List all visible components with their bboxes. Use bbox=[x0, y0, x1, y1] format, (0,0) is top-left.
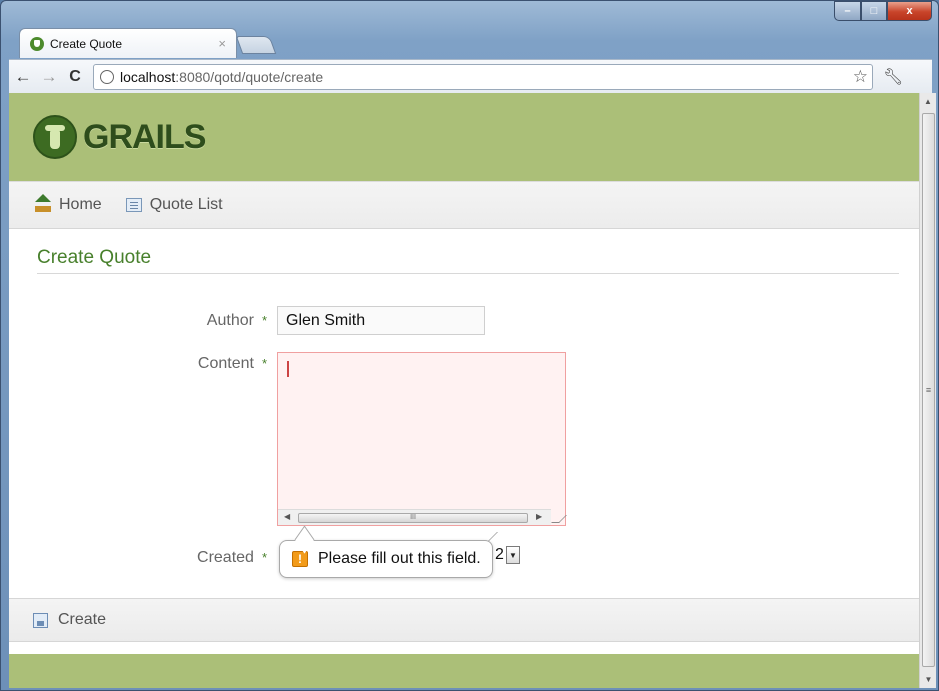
created-select-value: 2 bbox=[495, 546, 504, 563]
title-bar: Create Quote × – □ x bbox=[1, 1, 938, 59]
address-bar[interactable]: localhost:8080/qotd/quote/create ☆ bbox=[93, 63, 873, 90]
author-field[interactable] bbox=[277, 306, 485, 335]
author-label-text: Author bbox=[206, 312, 254, 329]
content-label: Content * bbox=[137, 355, 267, 373]
created-label-text: Created bbox=[197, 549, 254, 566]
minimize-button[interactable]: – bbox=[834, 1, 861, 21]
text-caret bbox=[287, 361, 289, 377]
author-label: Author * bbox=[137, 312, 267, 330]
nav-item-label: Home bbox=[59, 196, 102, 213]
url-host: localhost bbox=[120, 68, 176, 85]
page-title: Create Quote bbox=[37, 247, 152, 268]
home-icon bbox=[35, 194, 51, 212]
required-mark: * bbox=[261, 550, 267, 565]
maximize-button[interactable]: □ bbox=[861, 1, 887, 21]
grails-cup-icon bbox=[33, 115, 77, 159]
site-footer bbox=[9, 654, 919, 688]
create-button-label: Create bbox=[58, 611, 107, 628]
new-tab-button[interactable] bbox=[235, 36, 277, 54]
created-date-select[interactable]: 2 ▼ bbox=[495, 546, 520, 564]
star-icon[interactable]: ☆ bbox=[853, 67, 868, 87]
back-button[interactable]: ← bbox=[11, 65, 35, 89]
url-text: localhost:8080/qotd/quote/create bbox=[120, 69, 323, 85]
wrench-icon[interactable]: 🔧︎ bbox=[883, 67, 903, 87]
required-mark: * bbox=[261, 313, 267, 328]
grails-logo[interactable]: GRAILS bbox=[33, 115, 206, 159]
page-title-area: Create Quote bbox=[37, 247, 899, 274]
nav-item-label: Quote List bbox=[149, 196, 223, 213]
tab-title: Create Quote bbox=[50, 36, 123, 51]
scrollbar-thumb[interactable]: III bbox=[298, 513, 528, 523]
content-label-text: Content bbox=[197, 355, 254, 372]
tab-create-quote[interactable]: Create Quote × bbox=[19, 28, 237, 58]
form-buttons-bar: Create bbox=[9, 598, 919, 642]
textarea-horizontal-scrollbar[interactable]: ◀ III ▶ bbox=[278, 509, 551, 525]
scroll-down-icon[interactable]: ▼ bbox=[920, 671, 937, 688]
nav-item-quote-list[interactable]: Quote List bbox=[125, 196, 223, 214]
nav-item-home[interactable]: Home bbox=[35, 194, 102, 214]
save-icon bbox=[33, 612, 48, 628]
required-mark: * bbox=[261, 356, 267, 371]
tab-close-icon[interactable]: × bbox=[218, 36, 226, 51]
scrollbar-thumb[interactable]: ≡ bbox=[922, 113, 935, 667]
browser-window: Create Quote × – □ x ← → C localhost:808… bbox=[0, 0, 939, 691]
page-vertical-scrollbar[interactable]: ▲ ≡ ▼ bbox=[919, 93, 936, 688]
list-icon bbox=[125, 198, 142, 212]
url-path: :8080/qotd/quote/create bbox=[175, 68, 324, 85]
scroll-left-icon[interactable]: ◀ bbox=[284, 512, 290, 521]
create-quote-form: Author * Content * ◀ III ▶ Created * 2 ▼ ! bbox=[9, 274, 919, 598]
site-header: GRAILS bbox=[9, 93, 919, 181]
validation-message: Please fill out this field. bbox=[318, 550, 481, 567]
nav-bar: Home Quote List bbox=[9, 181, 919, 229]
scroll-right-icon[interactable]: ▶ bbox=[536, 512, 542, 521]
close-window-button[interactable]: x bbox=[887, 1, 932, 21]
resize-handle-icon[interactable] bbox=[551, 515, 567, 523]
page-viewport: GRAILS Home Quote List Create Quote Auth… bbox=[9, 93, 919, 688]
scroll-up-icon[interactable]: ▲ bbox=[920, 93, 936, 110]
grails-favicon-icon bbox=[30, 36, 44, 51]
content-textarea[interactable]: ◀ III ▶ bbox=[277, 352, 567, 526]
window-controls: – □ x bbox=[834, 1, 932, 21]
reload-button[interactable]: C bbox=[63, 65, 87, 89]
warning-icon: ! bbox=[292, 551, 308, 567]
forward-button[interactable]: → bbox=[37, 65, 61, 89]
logo-text: GRAILS bbox=[83, 117, 206, 156]
created-label: Created * bbox=[137, 549, 267, 567]
create-button[interactable]: Create bbox=[33, 611, 106, 629]
validation-tooltip: ! Please fill out this field. bbox=[279, 540, 493, 578]
browser-toolbar: ← → C localhost:8080/qotd/quote/create ☆… bbox=[9, 59, 932, 93]
chevron-down-icon[interactable]: ▼ bbox=[505, 546, 520, 564]
globe-icon bbox=[100, 69, 114, 84]
